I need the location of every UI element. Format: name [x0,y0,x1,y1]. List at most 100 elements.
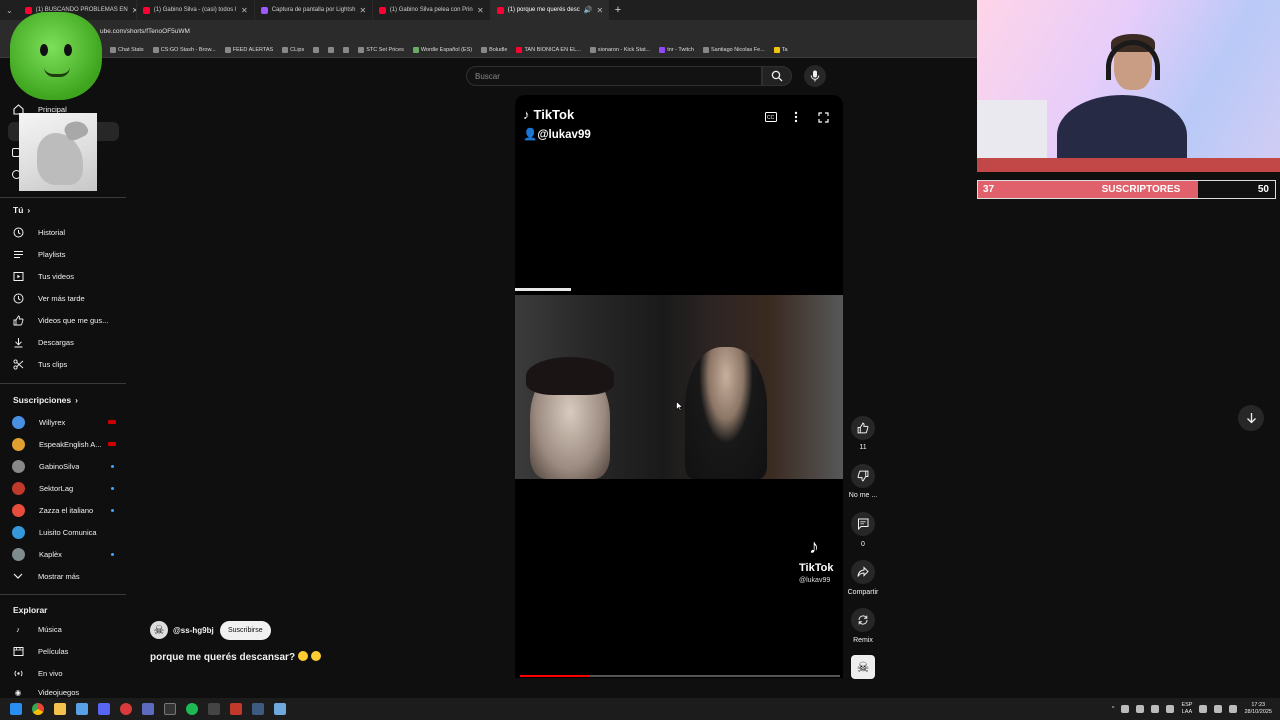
app-icon[interactable] [208,703,220,715]
sidebar-item-live[interactable]: En vivo [12,665,122,681]
close-icon[interactable]: ✕ [477,6,484,15]
sidebar-item-your-videos[interactable]: Tus videos [12,268,122,284]
browser-tab[interactable]: (1) Gabino Silva - (casi) todos l ✕ [137,0,255,20]
search-input[interactable]: Buscar [466,66,762,86]
like-button[interactable] [851,416,875,440]
browser-tab[interactable]: (1) Gabino Silva pelea con Prin ✕ [373,0,491,20]
close-icon[interactable]: ✕ [359,6,366,15]
subscription-item[interactable]: Zazza el italiano [12,502,122,518]
subscription-item[interactable]: EspeakEnglish A... [12,436,122,452]
channel-avatar[interactable]: ☠ [150,621,168,639]
subscribe-button[interactable]: Suscribirse [220,621,271,640]
channel-handle[interactable]: @ss-hg9bj [173,626,214,635]
sidebar-item-music[interactable]: ♪ Música [12,621,122,637]
subscription-item[interactable]: SektorLag [12,480,122,496]
bookmark[interactable]: Wordle Español (ES) [412,46,472,53]
next-short-button[interactable] [1238,405,1264,431]
battery-icon[interactable] [1229,705,1238,713]
tray-icon[interactable] [1121,705,1130,713]
bookmark[interactable]: CLips [282,46,304,53]
tray-icon[interactable] [1136,705,1145,713]
bookmark-icon [412,46,419,53]
sidebar-item-movies[interactable]: Películas [12,643,122,659]
speaker-icon[interactable]: 🔊 [584,6,593,14]
bookmark[interactable]: FEED ALERTAS [224,46,273,53]
keyboard-language[interactable]: ESP LAA [1181,702,1192,716]
sidebar-item-history[interactable]: Historial [12,224,122,240]
new-tab-button[interactable]: + [609,4,627,16]
network-icon[interactable] [1199,705,1208,713]
tiktok-watermark-top: ♪ TikTok [523,107,574,122]
steam-icon[interactable] [252,703,264,715]
bookmark[interactable]: Ta [773,46,788,53]
chrome-icon[interactable] [32,703,44,715]
app-icon[interactable] [142,703,154,715]
you-section-header[interactable]: Tú › [13,205,30,215]
bookmark[interactable]: TAN BIONICA EN EL... [516,46,581,53]
comments-button[interactable] [851,512,875,536]
tray-icon[interactable] [1151,705,1160,713]
bookmarks-bar: Chat Stats CS:GO Stash - Brow... FEED AL… [0,42,977,58]
bookmark[interactable] [343,46,350,53]
short-title-text: porque me querés descansar? [150,652,296,663]
bookmark[interactable]: CS:GO Stash - Brow... [152,46,216,53]
browser-tab[interactable]: Captura de pantalla por Lightsh ✕ [255,0,373,20]
search-button[interactable] [762,66,792,86]
windows-start-icon[interactable] [10,703,22,715]
browser-tab-active[interactable]: (1) porque me querés desc 🔊 ✕ [490,0,609,20]
sidebar-item-gaming[interactable]: ◉ Videojuegos [12,687,122,697]
subscription-item[interactable]: Willyrex [12,414,122,430]
app-icon[interactable] [120,703,132,715]
bookmark[interactable] [328,46,335,53]
address-bar[interactable]: ube.com/shorts/fTenoOF5uWM [0,20,977,42]
close-icon[interactable]: ✕ [596,6,603,15]
sidebar-item-liked-videos[interactable]: Videos que me gus... [12,312,122,328]
voice-search-button[interactable] [804,65,826,87]
sidebar-item-clips[interactable]: Tus clips [12,356,122,372]
tab-title: (1) Gabino Silva - (casi) todos l [153,7,237,13]
bookmark[interactable]: STC Set Prices [358,46,404,53]
subscriptions-section-header[interactable]: Suscripciones › [13,395,78,405]
bookmark[interactable]: Boludle [481,46,507,53]
chevron-up-icon[interactable]: ^ [1112,706,1115,712]
bookmark[interactable] [313,46,320,53]
more-options-button[interactable] [789,110,803,124]
spotify-icon[interactable] [186,703,198,715]
subscription-item[interactable]: Luisito Comunica [12,524,122,540]
bookmark[interactable]: sionaron - Kick Stat... [589,46,650,53]
clock[interactable]: 17:23 28/10/2025 [1244,702,1272,716]
discord-icon[interactable] [98,703,110,715]
tray-icon[interactable] [1166,705,1175,713]
share-label: Compartir [847,589,879,596]
video-progress-bar[interactable] [520,675,840,677]
fullscreen-button[interactable] [816,110,830,124]
subscription-item[interactable]: Kaplèx [12,546,122,562]
volume-icon[interactable] [1214,705,1223,713]
url-text[interactable]: ube.com/shorts/fTenoOF5uWM [100,28,190,35]
short-video-player[interactable]: ♪ TikTok 👤@lukav99 ♪ TikTok @lukav99 CC [515,95,843,678]
bookmark[interactable]: tnr - Twitch [659,46,694,53]
remix-button[interactable] [851,608,875,632]
sidebar-item-playlists[interactable]: Playlists [12,246,122,262]
app-icon[interactable] [274,703,286,715]
audio-thumbnail[interactable]: ☠ [851,655,875,679]
folder-icon[interactable] [54,703,66,715]
sidebar-item-watch-later[interactable]: Ver más tarde [12,290,122,306]
pin-icon[interactable] [76,703,88,715]
tab-search-icon[interactable]: ⌄ [0,6,19,15]
avatar [12,459,25,473]
app-icon[interactable] [164,703,176,715]
app-icon[interactable] [230,703,242,715]
sidebar-item-label: Playlists [38,249,66,259]
share-button[interactable] [851,560,875,584]
close-icon[interactable]: ✕ [241,6,248,15]
dislike-button[interactable] [851,464,875,488]
captions-button[interactable]: CC [764,110,778,124]
show-more-button[interactable]: Mostrar más [12,568,122,584]
bookmark-icon [110,46,116,53]
sidebar-item-downloads[interactable]: Descargas [12,334,122,350]
sidebar-item-label: Videojuegos [38,687,80,697]
bookmark[interactable]: Chat Stats [110,46,144,53]
subscription-item[interactable]: GabinoSilva [12,458,122,474]
bookmark[interactable]: Santiago Nicolas Fe... [702,46,765,53]
